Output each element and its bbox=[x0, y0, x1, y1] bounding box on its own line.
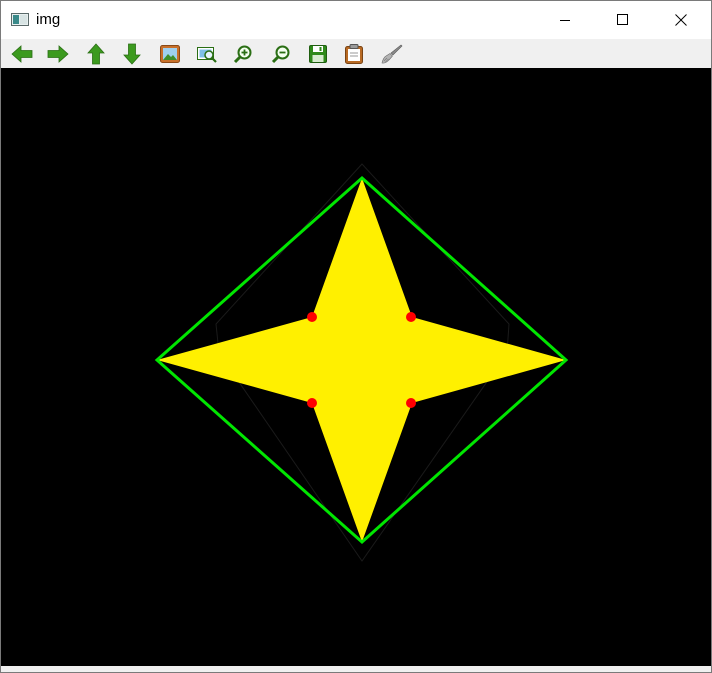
zoom-fit-button[interactable] bbox=[195, 42, 219, 66]
defect-point bbox=[406, 398, 416, 408]
save-button[interactable] bbox=[306, 42, 330, 66]
zoom-out-icon bbox=[271, 45, 290, 64]
properties-button[interactable] bbox=[380, 42, 404, 66]
zoom-in-button[interactable] bbox=[231, 42, 255, 66]
defect-point bbox=[406, 312, 416, 322]
minimize-icon bbox=[560, 20, 570, 21]
toolbar bbox=[1, 39, 711, 68]
arrow-up-icon bbox=[87, 43, 105, 65]
close-icon bbox=[675, 14, 687, 26]
zoom-out-button[interactable] bbox=[269, 42, 293, 66]
pan-down-button[interactable] bbox=[120, 42, 144, 66]
status-bar bbox=[1, 666, 711, 672]
image-content bbox=[154, 163, 569, 562]
app-icon bbox=[11, 13, 29, 26]
pan-right-button[interactable] bbox=[46, 42, 70, 66]
brush-icon bbox=[381, 44, 403, 64]
image-icon bbox=[160, 45, 180, 63]
copy-button[interactable] bbox=[342, 42, 366, 66]
minimize-button[interactable] bbox=[542, 1, 588, 39]
pan-left-button[interactable] bbox=[10, 42, 34, 66]
window-title: img bbox=[36, 11, 61, 28]
arrow-right-icon bbox=[47, 45, 69, 63]
clipboard-icon bbox=[345, 44, 363, 64]
zoom-fit-icon bbox=[197, 47, 217, 63]
save-icon bbox=[309, 45, 327, 63]
star-shape bbox=[157, 178, 566, 542]
maximize-button[interactable] bbox=[600, 1, 646, 39]
zoom-in-icon bbox=[233, 45, 252, 64]
title-bar[interactable]: img bbox=[1, 1, 711, 39]
zoom-original-button[interactable] bbox=[158, 42, 182, 66]
pan-up-button[interactable] bbox=[84, 42, 108, 66]
defect-point bbox=[307, 312, 317, 322]
image-canvas[interactable] bbox=[1, 68, 711, 666]
defect-point bbox=[307, 398, 317, 408]
arrow-left-icon bbox=[11, 45, 33, 63]
close-button[interactable] bbox=[658, 1, 704, 39]
maximize-icon bbox=[617, 14, 628, 25]
image-window: img bbox=[0, 0, 712, 673]
arrow-down-icon bbox=[123, 43, 141, 65]
